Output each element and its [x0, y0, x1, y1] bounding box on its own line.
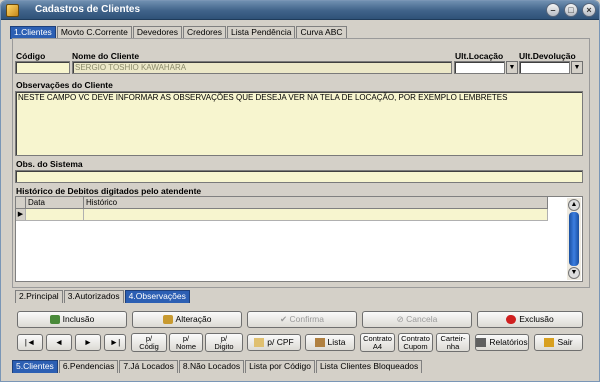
- obs-sistema-label: Obs. do Sistema: [16, 159, 83, 169]
- close-button[interactable]: ×: [582, 3, 596, 17]
- tab-lista-por-codigo[interactable]: Lista por Código: [245, 360, 315, 373]
- minimize-button[interactable]: –: [546, 3, 560, 17]
- carteirinha-label-2: nha: [446, 342, 460, 351]
- p-cpf-label: p/ CPF: [267, 337, 294, 347]
- cancela-button[interactable]: ⊘ Cancela: [362, 311, 472, 328]
- ult-devolucao-label: Ult.Devolução: [519, 51, 576, 61]
- obs-sistema-field[interactable]: [15, 170, 583, 183]
- tab-principal[interactable]: 2.Principal: [15, 290, 63, 303]
- main-window: Cadastros de Clientes – □ × 1.Clientes M…: [0, 0, 600, 382]
- exit-icon: [544, 338, 555, 348]
- cpf-icon: [254, 338, 265, 348]
- historico-label: Histórico de Debitos digitados pelo aten…: [16, 186, 202, 196]
- delete-icon: [506, 315, 517, 325]
- codigo-label: Código: [16, 51, 46, 61]
- printer-icon: [476, 338, 487, 348]
- tab-autorizados[interactable]: 3.Autorizados: [63, 290, 124, 303]
- prev-record-button[interactable]: ◄: [46, 334, 72, 351]
- tab-8-nao-locados[interactable]: 8.Não Locados: [178, 360, 245, 373]
- contrato-cupom-label-2: Cupom: [403, 342, 428, 351]
- observacoes-label: Observações do Cliente: [16, 80, 113, 90]
- contrato-a4-button[interactable]: Contrato A4: [360, 333, 395, 352]
- cell-historico[interactable]: [84, 209, 548, 220]
- ult-locacao-label: Ult.Locação: [455, 51, 504, 61]
- col-historico-header[interactable]: Histórico: [84, 197, 548, 209]
- tab-lista-clientes-bloqueados[interactable]: Lista Clientes Bloqueados: [316, 360, 423, 373]
- ult-locacao-dropdown-icon[interactable]: ▼: [506, 61, 518, 74]
- ult-devolucao-field[interactable]: [519, 61, 570, 74]
- edit-icon: [162, 315, 173, 325]
- row-indicator-icon: ▶: [16, 209, 26, 220]
- search-by-cpf-button[interactable]: p/ CPF: [247, 334, 301, 351]
- window-title: Cadastros de Clientes: [35, 4, 141, 15]
- tab-7-ja-locados[interactable]: 7.Já Locados: [119, 360, 178, 373]
- first-record-button[interactable]: |◄: [17, 334, 43, 351]
- grid-indicator-header: [16, 197, 26, 209]
- p-digito-label-2: Digito: [214, 342, 234, 351]
- sub-tab-strip: 2.Principal 3.Autorizados 4.Observações: [15, 290, 191, 303]
- relatorios-button[interactable]: Relatórios: [475, 334, 529, 351]
- contrato-a4-label-2: A4: [372, 342, 383, 351]
- codigo-field[interactable]: [15, 61, 70, 74]
- observacoes-textarea[interactable]: NESTE CAMPO VC DEVE INFORMAR AS OBSERVAÇ…: [15, 91, 583, 156]
- historico-grid[interactable]: Data Histórico ▶ ▲ ▼: [15, 196, 583, 282]
- exclusao-label: Exclusão: [519, 314, 554, 324]
- scroll-down-icon[interactable]: ▼: [568, 267, 580, 279]
- contrato-cupom-button[interactable]: Contrato Cupom: [398, 333, 433, 352]
- list-icon: [314, 338, 325, 348]
- nome-label: Nome do Cliente: [72, 51, 140, 61]
- exclusao-button[interactable]: Exclusão: [477, 311, 583, 328]
- last-record-button[interactable]: ►|: [104, 334, 126, 351]
- scroll-up-icon[interactable]: ▲: [568, 199, 580, 211]
- grid-header: Data Histórico: [16, 197, 548, 209]
- cancela-label: Cancela: [406, 314, 438, 324]
- nome-field[interactable]: SERGIO TOSHIO KAWAHARA: [72, 61, 452, 74]
- p-nome-label-2: Nome: [175, 342, 196, 351]
- sair-label: Sair: [557, 337, 573, 347]
- tab-observacoes[interactable]: 4.Observações: [124, 290, 190, 303]
- confirma-label: Confirma: [289, 314, 324, 324]
- tab-5-clientes[interactable]: 5.Clientes: [12, 360, 58, 373]
- lista-button[interactable]: Lista: [305, 334, 355, 351]
- carteirinha-button[interactable]: Carteir- nha: [436, 333, 470, 352]
- p-codigo-label-2: Códig: [139, 342, 159, 351]
- search-by-digit-button[interactable]: p/ Digito: [205, 333, 243, 352]
- tab-6-pendencias[interactable]: 6.Pendencias: [58, 360, 119, 373]
- alteracao-label: Alteração: [175, 314, 212, 324]
- inclusao-label: Inclusão: [62, 314, 95, 324]
- next-record-button[interactable]: ►: [75, 334, 101, 351]
- cancel-icon: ⊘: [396, 314, 407, 324]
- cell-data[interactable]: [26, 209, 84, 220]
- bottom-tab-strip: 5.Clientes 6.Pendencias 7.Já Locados 8.N…: [12, 360, 423, 373]
- add-icon: [49, 315, 60, 325]
- maximize-button[interactable]: □: [564, 3, 578, 17]
- relatorios-label: Relatórios: [489, 337, 528, 347]
- check-icon: ✔: [280, 314, 290, 324]
- title-bar[interactable]: Cadastros de Clientes – □ ×: [1, 1, 599, 20]
- scroll-thumb[interactable]: [569, 212, 579, 266]
- ult-devolucao-dropdown-icon[interactable]: ▼: [571, 61, 583, 74]
- alteracao-button[interactable]: Alteração: [132, 311, 242, 328]
- grid-scrollbar[interactable]: ▲ ▼: [567, 198, 581, 280]
- inclusao-button[interactable]: Inclusão: [17, 311, 127, 328]
- sair-button[interactable]: Sair: [534, 334, 583, 351]
- table-row[interactable]: ▶: [16, 209, 548, 221]
- app-icon: [6, 4, 19, 17]
- search-by-name-button[interactable]: p/ Nome: [169, 333, 203, 352]
- lista-label: Lista: [327, 337, 346, 347]
- search-by-code-button[interactable]: p/ Códig: [131, 333, 167, 352]
- col-data-header[interactable]: Data: [26, 197, 84, 209]
- confirma-button[interactable]: ✔ Confirma: [247, 311, 357, 328]
- ult-locacao-field[interactable]: [454, 61, 505, 74]
